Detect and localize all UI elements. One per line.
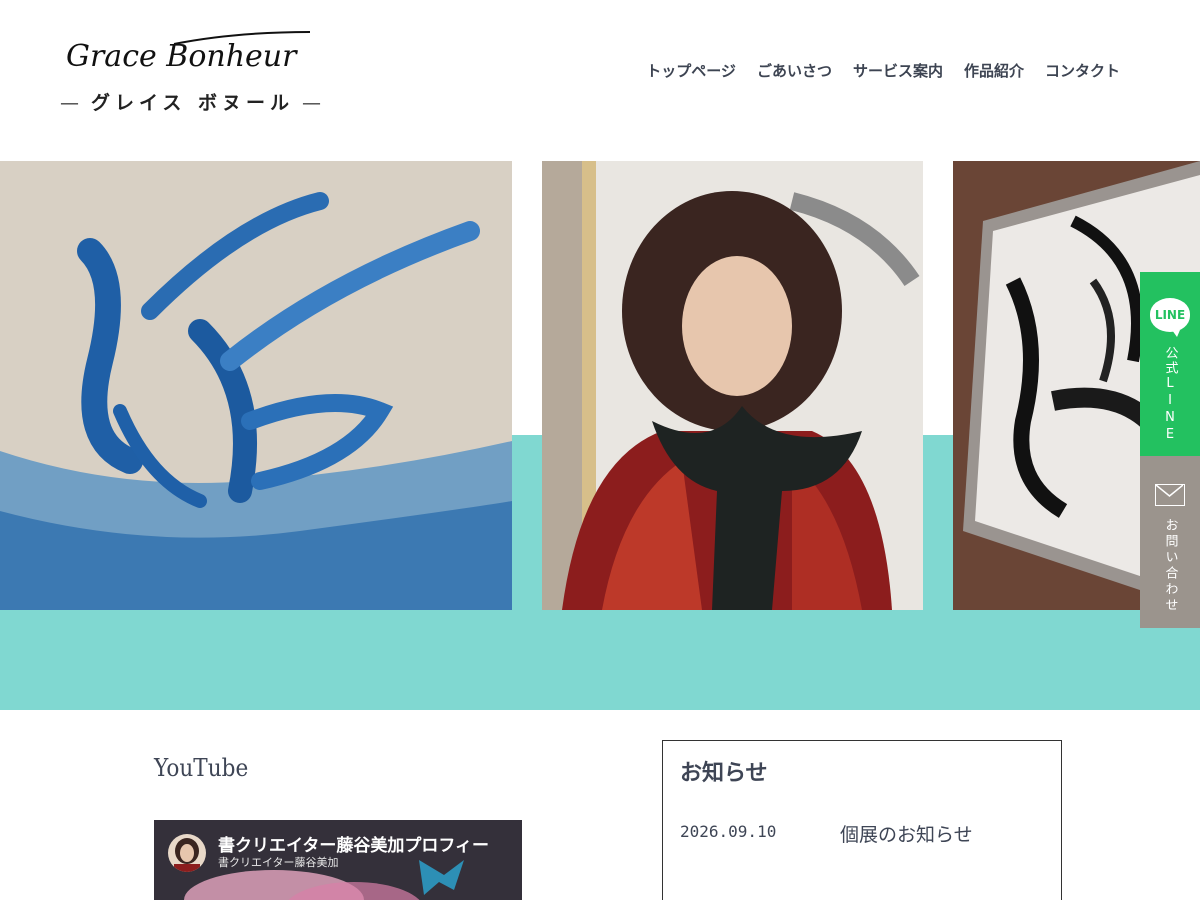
- contact-button[interactable]: お問い合わせ: [1140, 456, 1200, 628]
- line-icon: LINE: [1150, 298, 1190, 337]
- hero-image-sea-calligraphy: [0, 161, 512, 610]
- line-official-button[interactable]: LINE 公式LINE: [1140, 272, 1200, 456]
- nav-services[interactable]: サービス案内: [853, 60, 943, 81]
- main-nav: トップページ ごあいさつ サービス案内 作品紹介 コンタクト: [646, 60, 1120, 81]
- hero-image-portrait: [542, 161, 923, 610]
- logo-script: Grace Bonheur: [66, 31, 311, 74]
- news-item-date: 2026.09.10: [680, 822, 777, 841]
- channel-avatar: [168, 834, 206, 872]
- mail-icon: [1155, 484, 1185, 506]
- youtube-video-embed[interactable]: 書クリエイター藤谷美加プロフィー 書クリエイター藤谷美加: [154, 820, 522, 900]
- svg-text:Grace Bonheur: Grace Bonheur: [66, 39, 298, 74]
- contact-button-label: お問い合わせ: [1162, 518, 1178, 614]
- news-box: お知らせ 2026.09.10 個展のお知らせ: [662, 740, 1062, 900]
- nav-top[interactable]: トップページ: [646, 60, 736, 81]
- video-channel-name: 書クリエイター藤谷美加: [218, 856, 339, 869]
- site-logo[interactable]: Grace Bonheur — グレイス ボヌール —: [60, 26, 322, 116]
- news-item-link[interactable]: 個展のお知らせ: [840, 820, 973, 847]
- line-button-label: 公式LINE: [1162, 346, 1178, 444]
- nav-works[interactable]: 作品紹介: [964, 60, 1024, 81]
- video-title[interactable]: 書クリエイター藤谷美加プロフィー: [218, 831, 489, 856]
- logo-subtitle: — グレイス ボヌール —: [60, 92, 322, 114]
- youtube-heading: YouTube: [154, 754, 249, 782]
- news-heading: お知らせ: [680, 760, 768, 786]
- nav-contact[interactable]: コンタクト: [1045, 60, 1120, 81]
- nav-greeting[interactable]: ごあいさつ: [757, 60, 832, 81]
